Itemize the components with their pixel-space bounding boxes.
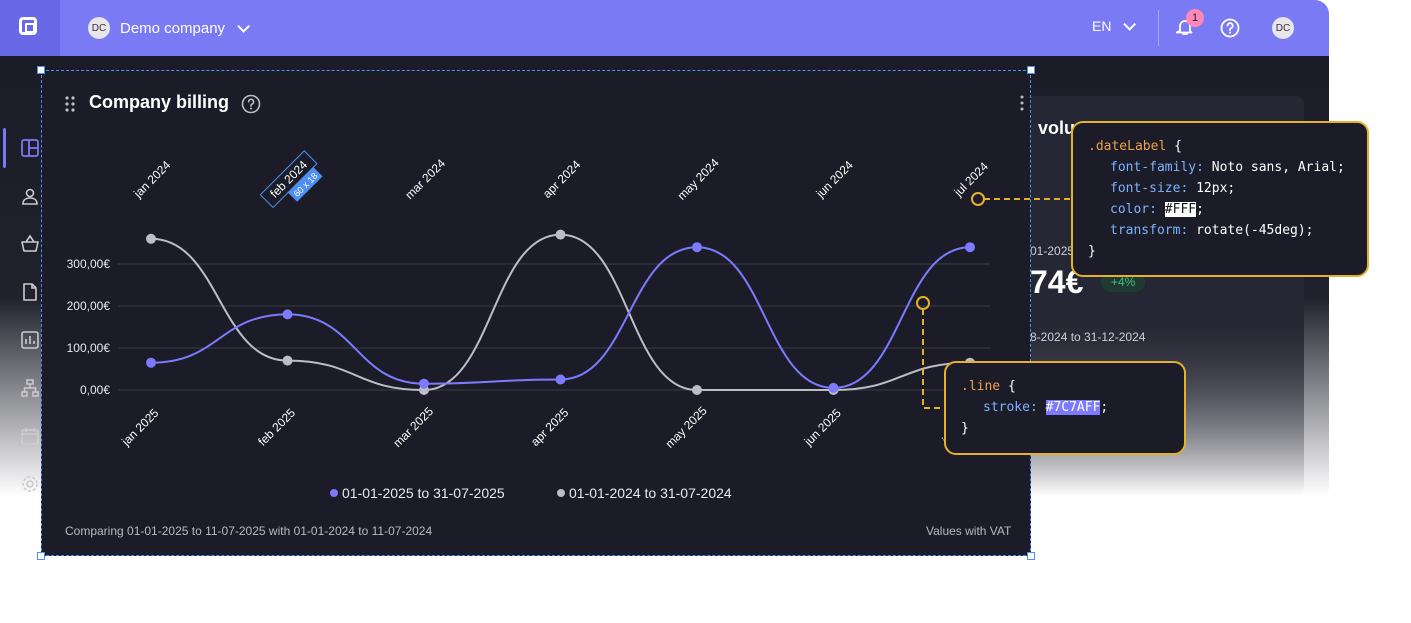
help-icon[interactable] bbox=[241, 94, 261, 114]
legend-dot bbox=[330, 489, 338, 497]
line-css-tooltip: .line { stroke: #7C7AFF; } bbox=[944, 361, 1186, 455]
date-label-css-tooltip: .dateLabel { font-family: Noto sans, Ari… bbox=[1071, 121, 1369, 277]
chevron-down-icon bbox=[237, 19, 251, 33]
dashboard-icon[interactable] bbox=[20, 138, 40, 158]
document-icon[interactable] bbox=[20, 282, 40, 302]
legend-item-2024[interactable]: 01-01-2024 to 31-07-2024 bbox=[557, 485, 732, 501]
help-icon[interactable] bbox=[1220, 18, 1240, 38]
notification-badge: 1 bbox=[1186, 9, 1204, 27]
more-options-icon[interactable] bbox=[1019, 95, 1025, 111]
sales-volume-comparison: 8-2024 to 31-12-2024 bbox=[1030, 330, 1146, 344]
report-icon[interactable] bbox=[20, 330, 40, 350]
resize-handle-top-left[interactable] bbox=[37, 66, 45, 74]
resize-handle-top-right[interactable] bbox=[1027, 66, 1035, 74]
drag-handle-icon[interactable] bbox=[64, 96, 76, 112]
css-value: rotate(-45deg); bbox=[1188, 223, 1314, 238]
calendar-icon[interactable] bbox=[20, 426, 40, 446]
tooltip-line: transform: rotate(-45deg); bbox=[1088, 220, 1367, 241]
sales-volume-dates: 01-2025 bbox=[1030, 244, 1075, 258]
css-value: #FFF bbox=[1164, 202, 1197, 217]
legend-item-2025[interactable]: 01-01-2025 to 31-07-2025 bbox=[330, 485, 505, 501]
tooltip-rule-end: } bbox=[1088, 244, 1096, 259]
tooltip-rule-end: } bbox=[961, 421, 969, 436]
hierarchy-icon[interactable] bbox=[20, 378, 40, 398]
widget-title: Company billing bbox=[89, 92, 230, 112]
css-selector: .dateLabel bbox=[1088, 139, 1167, 154]
tooltip-rule: .dateLabel { bbox=[1088, 139, 1182, 154]
tooltip-line: font-family: Noto sans, Arial; bbox=[1088, 157, 1367, 178]
basket-icon[interactable] bbox=[20, 234, 40, 254]
css-property: transform: bbox=[1110, 223, 1189, 238]
gear-icon[interactable] bbox=[20, 474, 40, 494]
legend-label: 01-01-2025 to 31-07-2025 bbox=[342, 485, 505, 501]
css-property: font-size: bbox=[1110, 181, 1189, 196]
sidebar bbox=[0, 56, 44, 492]
css-property: color: bbox=[1110, 202, 1157, 217]
user-avatar[interactable]: DC bbox=[1272, 17, 1294, 39]
comparison-note: Comparing 01-01-2025 to 11-07-2025 with … bbox=[65, 524, 433, 538]
user-icon[interactable] bbox=[20, 186, 40, 206]
sidebar-active-indicator bbox=[3, 128, 6, 168]
tooltip-line: font-size: 12px; bbox=[1088, 178, 1367, 199]
sales-volume-title: volu bbox=[1038, 118, 1076, 138]
legend-dot bbox=[557, 489, 565, 497]
css-value: 12px; bbox=[1188, 181, 1236, 196]
css-property: stroke: bbox=[983, 400, 1038, 415]
company-billing-widget[interactable] bbox=[41, 70, 1031, 556]
css-selector: .line bbox=[961, 379, 1001, 394]
language-switcher[interactable]: EN bbox=[1092, 17, 1137, 34]
chevron-down-icon bbox=[1123, 17, 1137, 31]
css-value: #7C7AFF bbox=[1045, 400, 1101, 415]
resize-handle-bottom-right[interactable] bbox=[1027, 552, 1035, 560]
top-bar: DC Demo company EN 1 DC bbox=[0, 0, 1329, 56]
divider bbox=[1158, 10, 1159, 46]
tooltip-line: stroke: #7C7AFF; bbox=[983, 400, 1109, 415]
logo-icon[interactable] bbox=[0, 0, 60, 56]
css-property: font-family: bbox=[1110, 160, 1204, 175]
tooltip-rule: .line { bbox=[961, 379, 1016, 394]
tooltip-line: color: #FFF; bbox=[1110, 202, 1204, 217]
company-switcher[interactable]: DC Demo company bbox=[88, 16, 251, 40]
resize-handle-bottom-left[interactable] bbox=[37, 552, 45, 560]
company-name: Demo company bbox=[120, 19, 226, 37]
vat-note: Values with VAT bbox=[926, 524, 1012, 538]
company-avatar: DC bbox=[88, 17, 110, 39]
css-value: Noto sans, Arial; bbox=[1203, 160, 1345, 175]
language-label: EN bbox=[1092, 18, 1112, 34]
legend-label: 01-01-2024 to 31-07-2024 bbox=[569, 485, 732, 501]
